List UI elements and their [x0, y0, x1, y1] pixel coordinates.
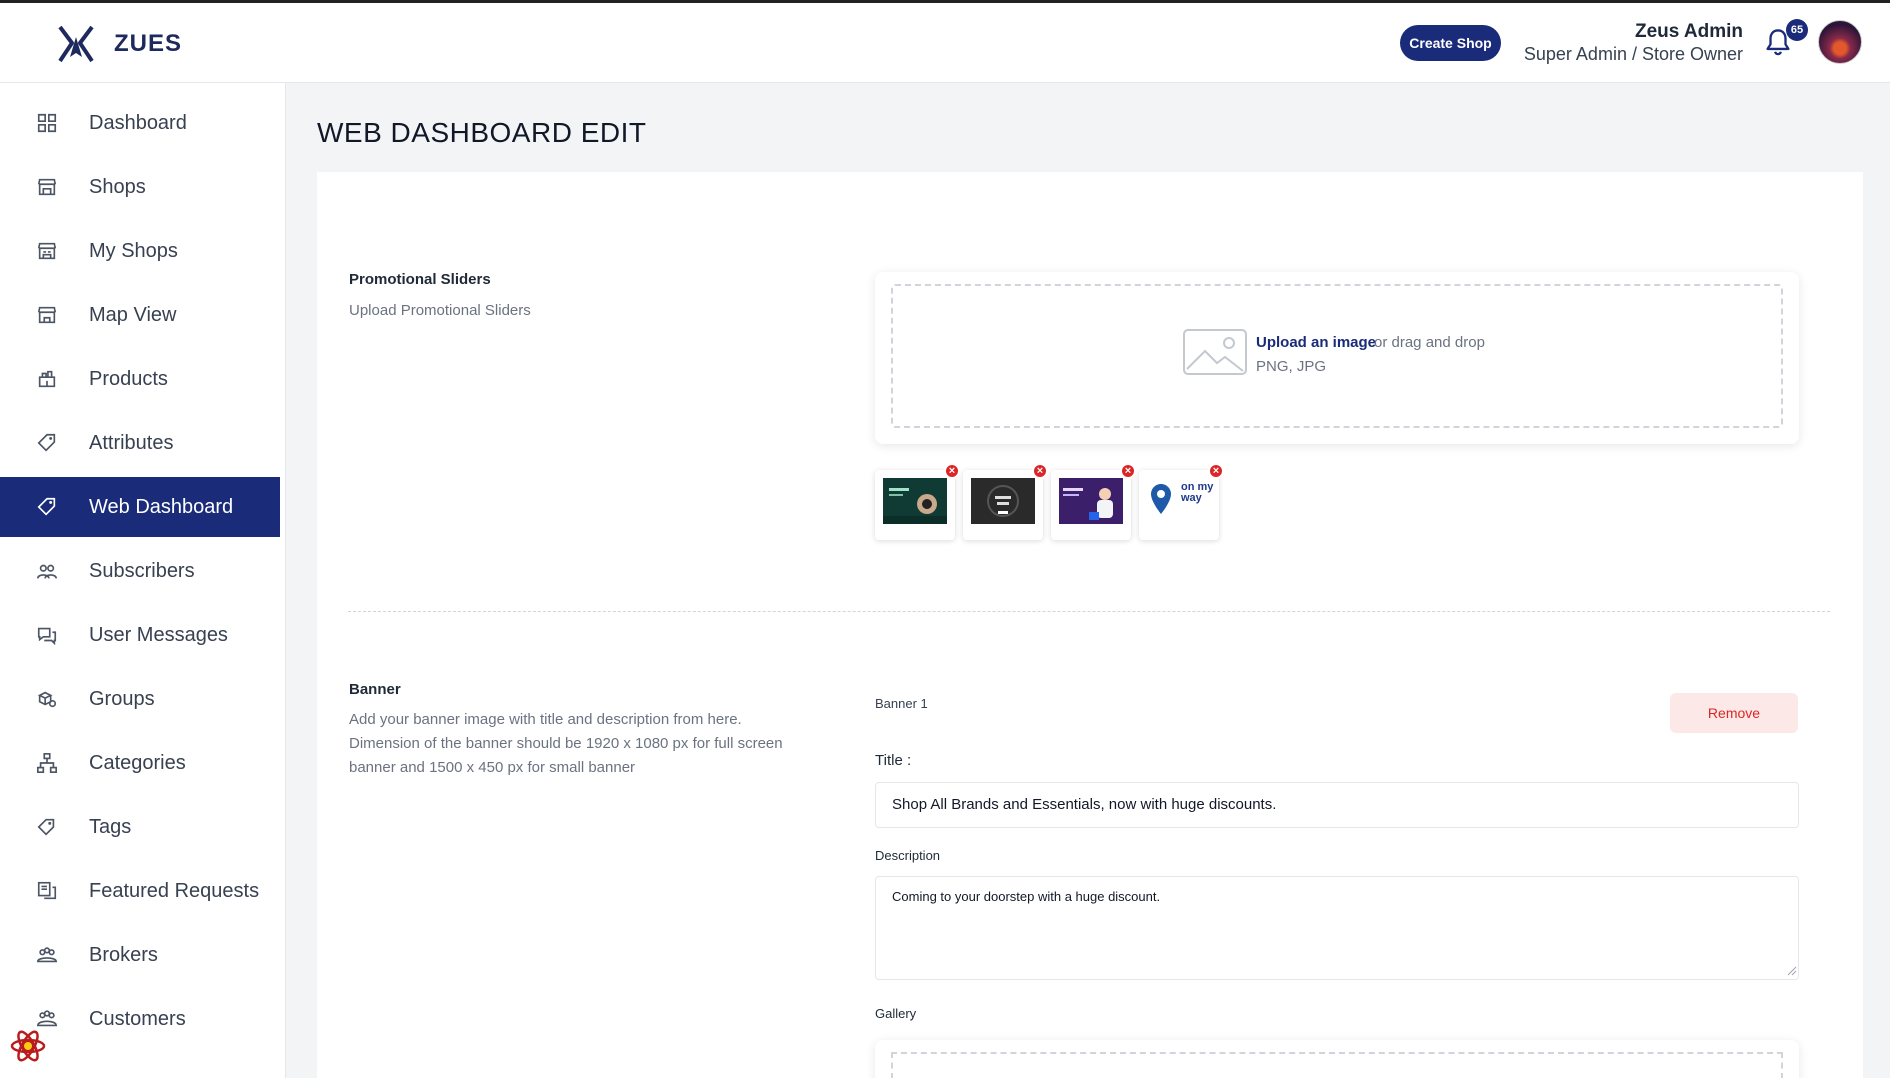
remove-thumb-icon[interactable]: × [944, 463, 960, 479]
groups-icon [37, 691, 57, 708]
sidebar-item-label: Web Dashboard [89, 495, 234, 518]
sidebar-item-user-messages[interactable]: User Messages [0, 605, 280, 665]
sidebar-item-label: Groups [89, 687, 155, 710]
grid-icon [37, 113, 57, 133]
remove-thumb-icon[interactable]: × [1032, 463, 1048, 479]
banner-section-title: Banner [349, 681, 401, 698]
sidebar-item-products[interactable]: Products [0, 349, 280, 409]
sidebar-item-label: Shops [89, 175, 146, 198]
image-placeholder-icon [1183, 329, 1247, 375]
brand-name: ZUES [114, 30, 183, 57]
sidebar-item-label: Categories [89, 751, 186, 774]
sidebar: Dashboard Shops My Shops Map View Products At… [0, 83, 286, 1078]
sidebar-item-map-view[interactable]: Map View [0, 285, 280, 345]
promo-upload-dropzone[interactable] [875, 272, 1799, 444]
remove-banner-button[interactable]: Remove [1670, 693, 1798, 733]
brokers-icon [37, 947, 57, 963]
create-shop-button[interactable]: Create Shop [1400, 25, 1501, 61]
description-label: Description [875, 848, 941, 863]
my-store-icon [37, 242, 57, 260]
sidebar-item-my-shops[interactable]: My Shops [0, 221, 280, 281]
banner-section-description: Add your banner image with title and des… [349, 711, 783, 776]
tag-icon [37, 497, 56, 516]
upload-image-link[interactable]: Upload an image [1256, 334, 1376, 351]
sidebar-item-label: Products [89, 367, 168, 390]
gallery-dropzone[interactable] [875, 1040, 1799, 1078]
sidebar-item-label: Customers [89, 1007, 186, 1030]
sidebar-item-subscribers[interactable]: Subscribers [0, 541, 280, 601]
sidebar-item-label: Attributes [89, 431, 174, 454]
notification-badge: 65 [1786, 19, 1808, 41]
requests-icon [37, 881, 57, 900]
remove-thumb-icon[interactable]: × [1120, 463, 1136, 479]
gallery-dropzone-border [891, 1052, 1783, 1078]
sidebar-item-shops[interactable]: Shops [0, 157, 280, 217]
react-devtools-icon[interactable] [8, 1026, 48, 1066]
sidebar-item-groups[interactable]: Groups [0, 669, 280, 729]
sidebar-item-label: Brokers [89, 943, 158, 966]
slider-image [971, 478, 1035, 524]
messages-icon [37, 627, 57, 646]
sidebar-item-label: Subscribers [89, 559, 195, 582]
file-types-text: PNG, JPG [1256, 358, 1327, 375]
promo-section-title: Promotional Sliders [349, 271, 491, 288]
user-name: Zeus Admin [1634, 21, 1743, 42]
label-icon [37, 818, 55, 836]
on-my-way-logo-text: on my way [1181, 481, 1214, 504]
banner-description-textarea[interactable]: Coming to your doorstep with a huge disc… [875, 876, 1799, 980]
sidebar-item-label: Map View [89, 303, 177, 326]
slider-thumb-4[interactable]: on my way × [1139, 463, 1224, 540]
sidebar-item-attributes[interactable]: Attributes [0, 413, 280, 473]
slider-thumb-3[interactable]: × [1051, 463, 1136, 540]
user-info[interactable]: Zeus Admin Super Admin / Store Owner [1524, 21, 1743, 65]
sidebar-item-label: Tags [89, 815, 132, 838]
products-icon [38, 370, 56, 388]
promo-section-description: Upload Promotional Sliders [349, 302, 531, 319]
store-icon [37, 178, 57, 196]
resize-grip-icon[interactable] [1787, 966, 1797, 976]
section-divider [348, 611, 1830, 612]
sidebar-item-brokers[interactable]: Brokers [0, 925, 280, 985]
slider-thumb-1[interactable]: × [875, 463, 960, 540]
remove-thumb-icon[interactable]: × [1208, 463, 1224, 479]
top-bar: ZUES Create Shop Zeus Admin Super Admin … [0, 0, 1890, 83]
page-title: WEB DASHBOARD EDIT [317, 117, 647, 148]
avatar[interactable] [1818, 20, 1862, 64]
slider-thumb-2[interactable]: × [963, 463, 1048, 540]
hierarchy-icon [37, 753, 57, 773]
sidebar-item-featured-requests[interactable]: Featured Requests [0, 861, 280, 921]
sidebar-item-web-dashboard[interactable]: Web Dashboard [0, 477, 280, 537]
dropzone-border [891, 284, 1783, 428]
users-icon [37, 564, 57, 579]
sidebar-item-label: User Messages [89, 623, 228, 646]
drag-drop-text: or drag and drop [1374, 334, 1485, 351]
slider-image [883, 478, 947, 524]
user-role: Super Admin / Store Owner [1523, 44, 1743, 64]
gallery-label: Gallery [875, 1006, 917, 1021]
sidebar-item-categories[interactable]: Categories [0, 733, 280, 793]
map-store-icon [37, 306, 57, 324]
sidebar-item-label: Dashboard [89, 111, 187, 134]
sidebar-item-dashboard[interactable]: Dashboard [0, 93, 280, 153]
zues-logo-icon [58, 25, 94, 63]
banner-item-label: Banner 1 [875, 696, 928, 711]
sidebar-item-label: Featured Requests [89, 879, 260, 902]
brand-logo[interactable]: ZUES [56, 23, 182, 65]
sidebar-item-tags[interactable]: Tags [0, 797, 280, 857]
title-label: Title : [875, 752, 912, 769]
banner-title-input[interactable]: Shop All Brands and Essentials, now with… [875, 782, 1799, 828]
tag-icon [37, 433, 56, 452]
slider-image [1059, 478, 1123, 524]
sidebar-item-label: My Shops [89, 239, 178, 262]
